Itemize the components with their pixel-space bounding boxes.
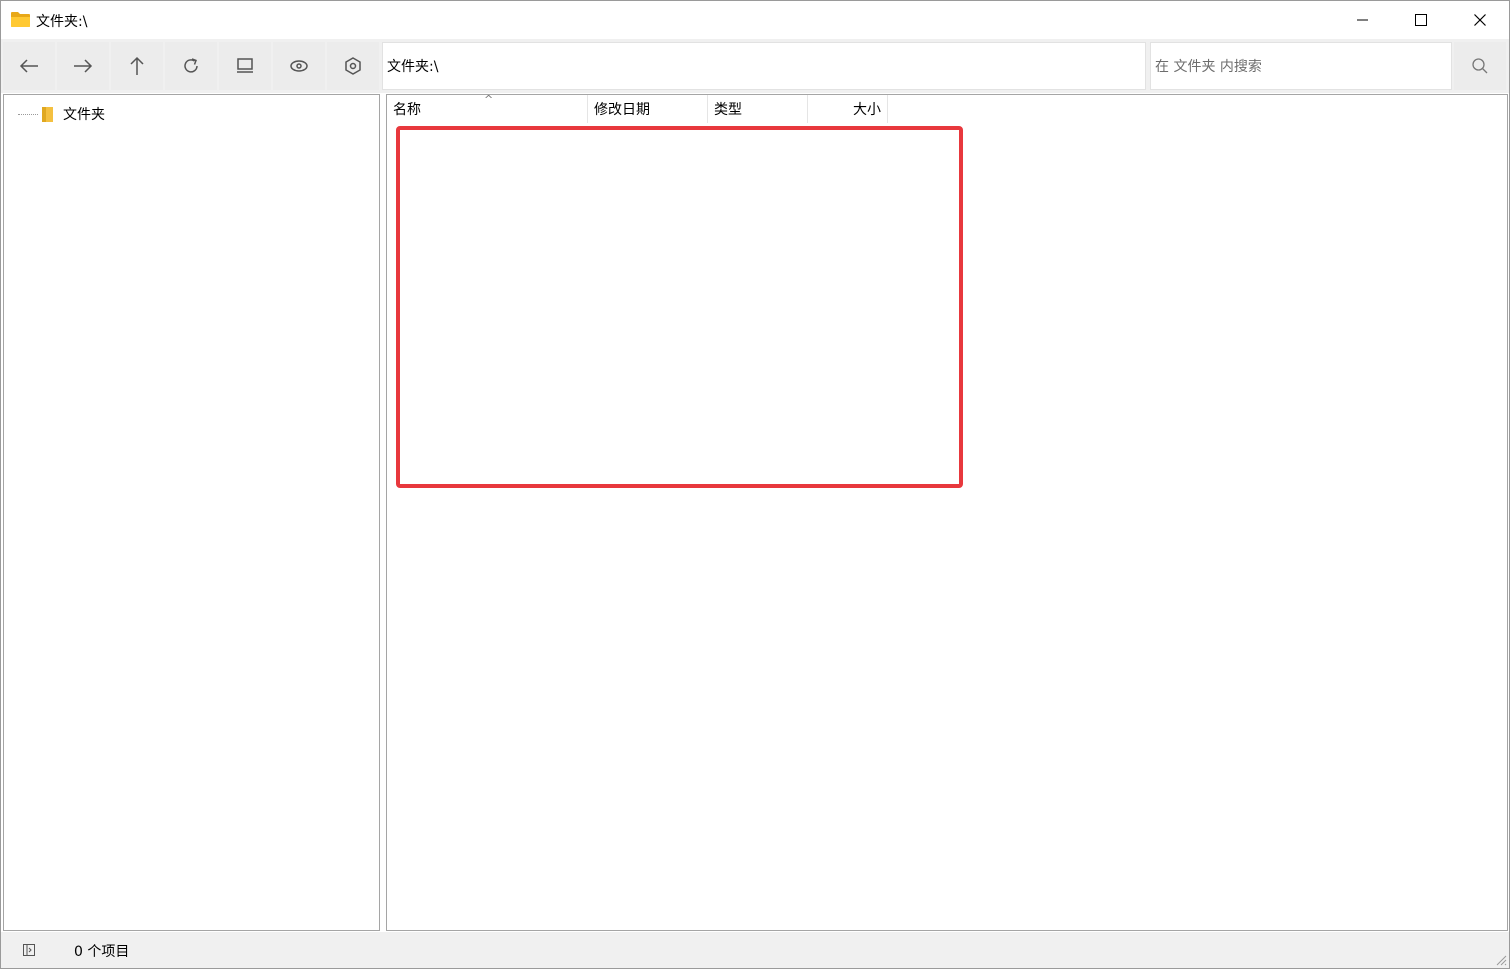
settings-icon xyxy=(345,57,361,75)
address-bar[interactable]: 文件夹:\ xyxy=(382,42,1146,90)
maximize-icon xyxy=(1415,14,1427,26)
folder-icon xyxy=(42,106,53,122)
forward-button[interactable] xyxy=(57,42,109,90)
forward-arrow-icon xyxy=(74,59,93,73)
column-header-type[interactable]: 类型 xyxy=(708,95,808,123)
search-placeholder: 在 文件夹 内搜索 xyxy=(1155,59,1262,75)
column-name-label: 名称 xyxy=(393,102,421,118)
tree-connector xyxy=(18,113,38,115)
refresh-icon xyxy=(184,58,198,73)
settings-button[interactable] xyxy=(327,42,379,90)
search-icon xyxy=(1472,58,1488,74)
address-text: 文件夹:\ xyxy=(387,59,439,75)
folder-icon xyxy=(11,12,30,27)
up-arrow-icon xyxy=(130,56,144,75)
view-button[interactable] xyxy=(219,42,271,90)
back-button[interactable] xyxy=(3,42,55,90)
window-title: 文件夹:\ xyxy=(36,14,88,30)
preview-button[interactable] xyxy=(273,42,325,90)
column-date-label: 修改日期 xyxy=(594,102,650,118)
search-button[interactable] xyxy=(1454,42,1506,90)
pane-toggle-button[interactable] xyxy=(17,940,41,960)
title-bar[interactable]: 文件夹:\ xyxy=(1,1,1509,39)
column-size-label: 大小 xyxy=(853,102,881,118)
preview-eye-icon xyxy=(290,60,308,72)
refresh-button[interactable] xyxy=(165,42,217,90)
up-button[interactable] xyxy=(111,42,163,90)
resize-grip-icon[interactable] xyxy=(1495,954,1507,966)
sort-ascending-icon: ^ xyxy=(484,93,494,106)
column-type-label: 类型 xyxy=(714,102,742,118)
highlight-box xyxy=(396,126,963,488)
column-header-date[interactable]: 修改日期 xyxy=(588,95,708,123)
minimize-button[interactable] xyxy=(1334,1,1392,39)
tree-item-label: 文件夹 xyxy=(63,107,105,123)
list-header: 名称 ^ 修改日期 类型 大小 xyxy=(387,93,889,123)
minimize-icon xyxy=(1357,19,1368,21)
pane-toggle-icon xyxy=(23,944,35,956)
close-icon xyxy=(1474,14,1486,26)
back-arrow-icon xyxy=(19,59,38,73)
status-bar: 0 个项目 xyxy=(1,932,1509,968)
item-count: 0 个项目 xyxy=(74,944,130,960)
tree-item-folder[interactable]: 文件夹 xyxy=(18,104,105,124)
search-input[interactable]: 在 文件夹 内搜索 xyxy=(1150,42,1452,90)
column-header-name[interactable]: 名称 ^ xyxy=(387,93,588,123)
toolbar: 文件夹:\ 在 文件夹 内搜索 xyxy=(1,39,1509,93)
file-explorer-window: 文件夹:\ 文件夹:\ 在 文件夹 内搜索 文件夹 名称 ^ 修改日期 类型 大… xyxy=(0,0,1510,969)
close-button[interactable] xyxy=(1451,1,1509,39)
view-icon xyxy=(237,58,253,73)
column-header-size[interactable]: 大小 xyxy=(808,95,888,123)
folder-tree-pane[interactable]: 文件夹 xyxy=(3,94,380,931)
maximize-button[interactable] xyxy=(1392,1,1450,39)
